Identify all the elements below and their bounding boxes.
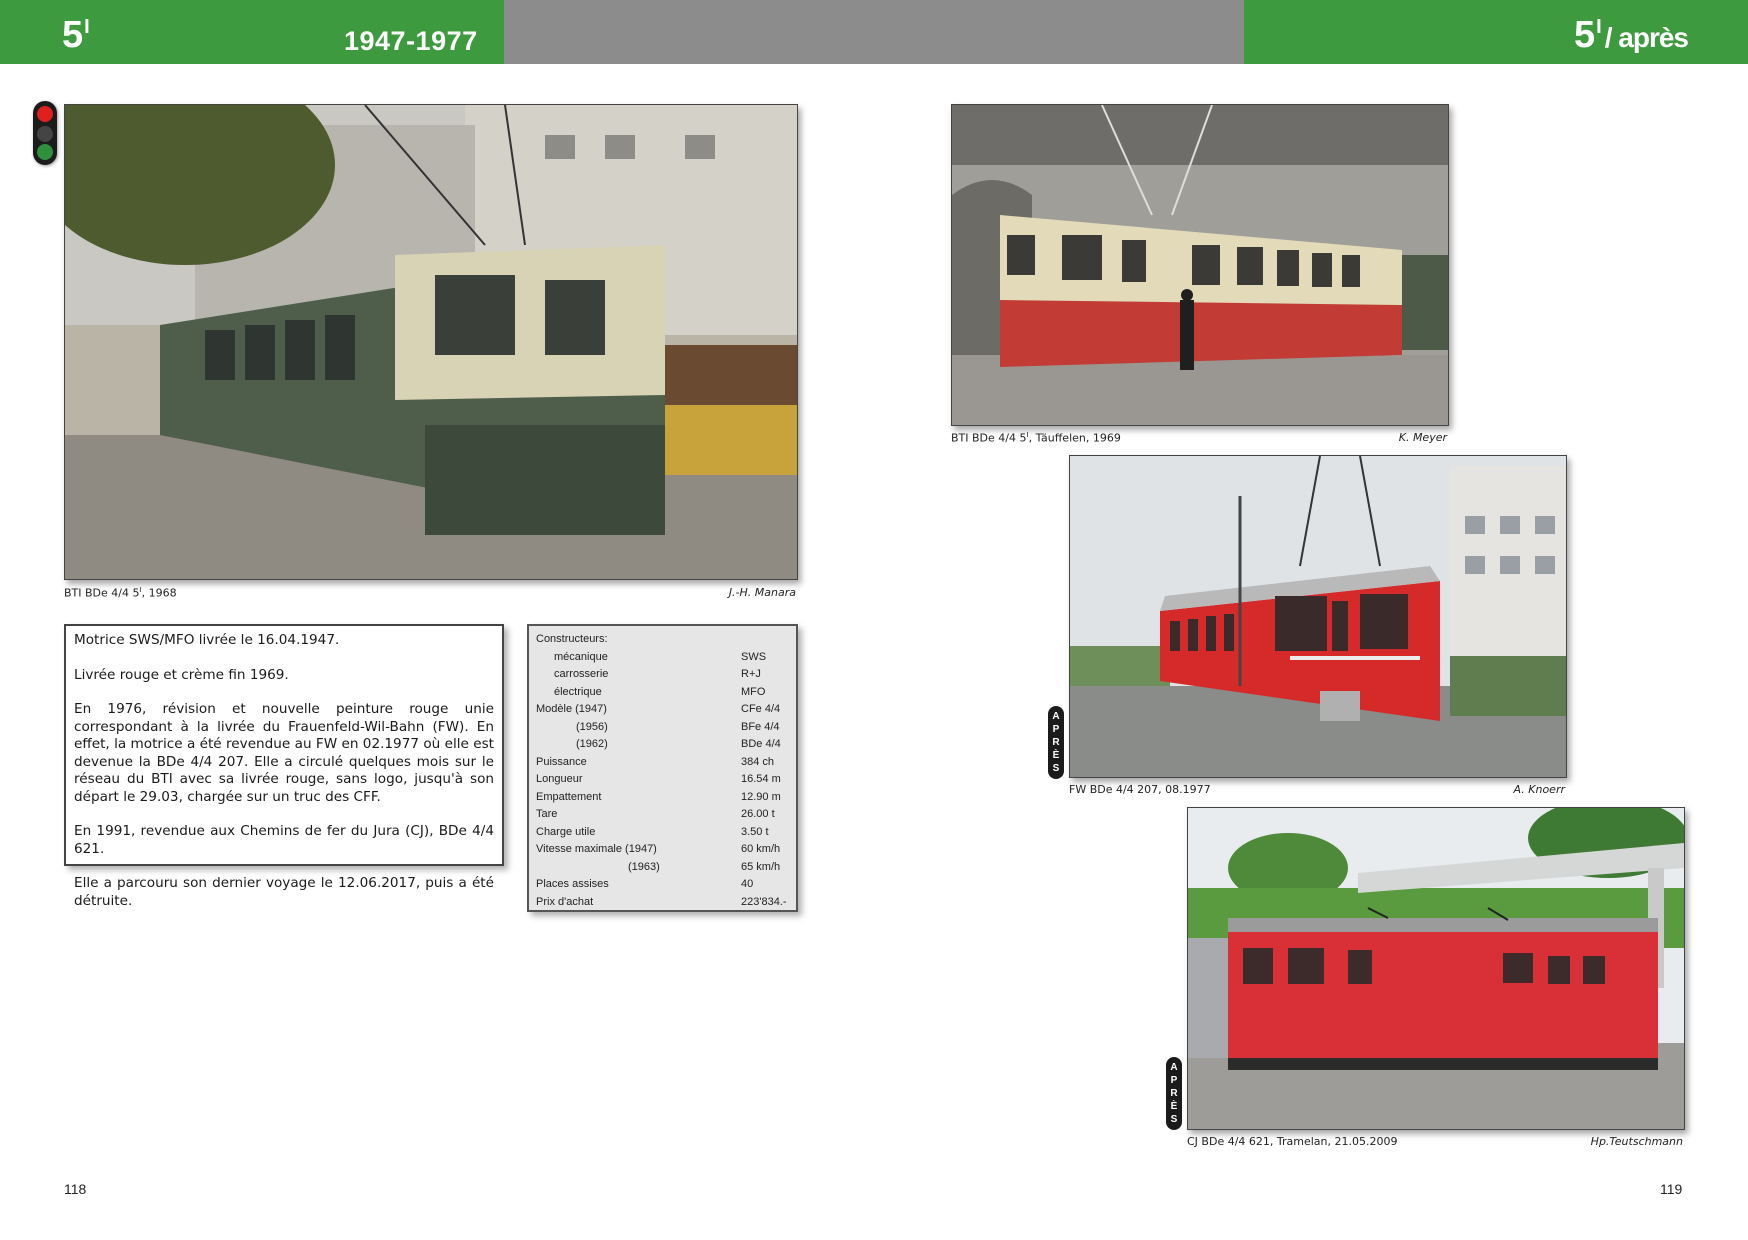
credit-main-photo: J.-H. Manara: [728, 586, 796, 599]
caption-middle-right-photo: FW BDe 4/4 207, 08.1977: [1069, 783, 1211, 796]
spec-row: mécanique SWS: [554, 650, 767, 663]
history-paragraph: Livrée rouge et crème fin 1969.: [74, 666, 289, 683]
caption-bottom-right-photo: CJ BDe 4/4 621, Tramelan, 21.05.2009: [1187, 1135, 1398, 1148]
spec-row: Empattement 12.90 m: [536, 790, 781, 803]
history-paragraph: Elle a parcouru son dernier voyage le 12…: [74, 875, 494, 909]
spec-row: (1956) BFe 4/4: [576, 720, 780, 733]
history-paragraph: En 1991, revendue aux Chemins de fer du …: [74, 823, 494, 857]
caption-top-right-photo: BTI BDe 4/4 5I, Täuffelen, 1969: [951, 431, 1121, 445]
header-center-band: [504, 0, 1244, 64]
specifications-table: Constructeurs: mécanique SWS carrosserie R…: [527, 624, 798, 912]
page-number-left: 118: [64, 1181, 87, 1197]
spec-row: carrosserie R+J: [554, 668, 761, 680]
spec-row: (1962) BDe 4/4: [576, 738, 781, 750]
history-paragraph: Motrice SWS/MFO livrée le 16.04.1947.: [74, 632, 340, 648]
spec-row: électrique MFO: [554, 685, 766, 698]
chapter-number-left: 5I: [62, 14, 90, 56]
period-title: 1947-1977: [344, 26, 478, 56]
credit-top-right-photo: K. Meyer: [1398, 431, 1447, 444]
spec-row: Modèle (1947) CFe 4/4: [536, 703, 781, 715]
credit-middle-right-photo: A. Knoerr: [1513, 783, 1565, 796]
spec-row: Places assises 40: [536, 878, 754, 890]
spec-row: Prix d'achat 223'834.-: [536, 895, 787, 908]
caption-main-photo: BTI BDe 4/4 5I, 1968: [64, 586, 177, 600]
spec-row: Longueur 16.54 m: [536, 773, 781, 785]
apres-tag: APRÈS: [1048, 706, 1064, 779]
spec-row: (1963) 65 km/h: [628, 860, 781, 873]
spec-row: Constructeurs:: [536, 633, 608, 645]
spec-row: Charge utile 3.50 t: [536, 825, 769, 838]
history-paragraph: En 1976, révision et nouvelle peinture r…: [74, 701, 494, 805]
spec-row: Vitesse maximale (1947) 60 km/h: [536, 843, 781, 855]
photo-tauffelen-1969: [951, 104, 1449, 426]
history-text-box: Motrice SWS/MFO livrée le 16.04.1947. Li…: [64, 624, 504, 909]
apres-tag: APRÈS: [1166, 1057, 1182, 1130]
photo-main-tram-1968: [64, 104, 798, 580]
page-number-right: 119: [1660, 1181, 1683, 1197]
chapter-number-right: 5 I / après: [1574, 14, 1689, 56]
traffic-signal-icon: [33, 101, 57, 165]
spec-row: Tare 26.00 t: [536, 808, 775, 820]
spec-row: Puissance 384 ch: [536, 755, 775, 768]
photo-fw-1977: [1069, 455, 1567, 778]
credit-bottom-right-photo: Hp.Teutschmann: [1590, 1135, 1683, 1148]
photo-cj-2009: [1187, 807, 1685, 1130]
